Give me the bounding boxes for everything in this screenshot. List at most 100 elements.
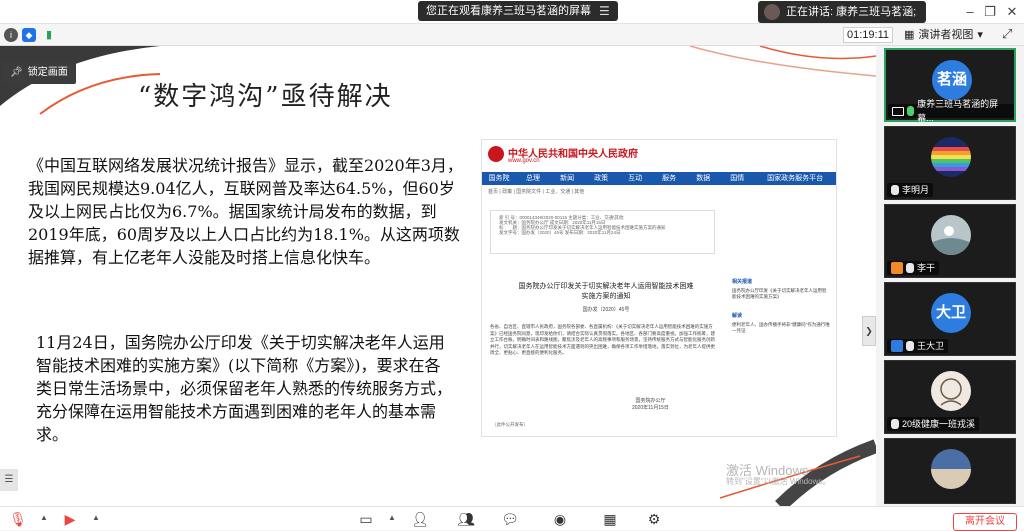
signal-icon[interactable]: ▮ <box>42 28 56 42</box>
screen-share-icon <box>892 106 904 116</box>
slide-title: “数字鸿沟”亟待解决 <box>138 82 393 112</box>
gov-sign-date: 2020年11月15日 <box>632 405 669 411</box>
speaking-text: 正在讲话: 康养三班马茗涵; <box>786 6 917 18</box>
gov-meta-row: 发文字号：国办发〔2020〕45号 发布日期：2020年11月24日 <box>499 230 621 235</box>
share-menu-icon[interactable]: ☰ <box>599 1 610 21</box>
avatar <box>931 371 971 411</box>
gov-breadcrumb: 首页 | 政策 | 国务院文件 | 工业、交通 | 其他 <box>488 189 585 195</box>
participant-label: 康养三班马茗涵的屏幕... <box>888 99 1014 123</box>
gov-doc-footer: （此件公开发布） <box>492 422 528 427</box>
bottom-control-bar: 🎙︎ ▲ ▶︎ ▲ ▭ ▲ 👤︎ 👥︎ 💬︎ ◉ ▦ ⚙ 离开会议 <box>0 506 1024 531</box>
interp-heading: 解读 <box>732 313 743 319</box>
view-mode-button[interactable]: ▦ 演讲者视图 ▾ <box>904 27 983 43</box>
fullscreen-icon[interactable]: ⤢ <box>1002 26 1012 42</box>
record-icon[interactable]: ◉ <box>550 510 570 528</box>
participant-tile[interactable] <box>884 438 1016 504</box>
info-icon[interactable]: i <box>4 28 18 42</box>
gov-doc-code: 国办发〔2020〕45号 <box>582 307 630 313</box>
gov-nav-item: 国务院 <box>488 175 510 182</box>
related-text: 国务院办公厅印发《关于切实解决老年人运用智能技术困难的实施方案》 <box>732 288 827 299</box>
avatar <box>931 137 971 177</box>
gov-nav-item: 总理 <box>526 175 541 182</box>
slide-paragraph-2: 11月24日，国务院办公厅印发《关于切实解决老年人运用智能技术困难的实施方案》(… <box>36 333 453 444</box>
gov-site-url: www.gov.cn <box>508 158 540 164</box>
gov-nav-item: 服务 <box>662 175 677 182</box>
pin-icon: 📌︎ <box>10 67 23 78</box>
share-screen-icon[interactable]: ▭ <box>356 510 376 528</box>
avatar: 大卫 <box>931 293 971 333</box>
mic-muted-icon <box>891 185 899 195</box>
gov-doc-signature: 国务院办公厅 2020年11月15日 <box>632 398 669 412</box>
collapse-panel-handle[interactable]: ❯ <box>862 316 876 346</box>
chevron-up-icon[interactable]: ▲ <box>40 513 48 522</box>
meeting-toolbar: i ◆ ▮ 01:19:11 ▦ 演讲者视图 ▾ ⤢ <box>0 24 1024 46</box>
top-bar: 您正在观看康养三班马茗涵的屏幕 ☰ 正在讲话: 康养三班马茗涵; – ❐ ✕ <box>0 0 1024 24</box>
list-icon[interactable]: ☰ <box>0 469 18 491</box>
mic-muted-icon[interactable]: 🎙︎ <box>8 510 28 528</box>
participant-tile[interactable]: 大卫 王大卫 <box>884 282 1016 356</box>
view-mode-label: 演讲者视图 <box>918 29 974 41</box>
avatar <box>931 215 971 255</box>
gov-document-screenshot: 中华人民共和国中央人民政府 www.gov.cn 国务院 总理 新闻 政策 互动… <box>481 139 837 437</box>
grid-icon: ▦ <box>904 29 915 41</box>
participant-name: 康养三班马茗涵的屏幕... <box>917 99 999 123</box>
national-emblem-icon <box>488 146 504 162</box>
mic-muted-icon <box>906 263 914 273</box>
screen-share-notice-text: 您正在观看康养三班马茗涵的屏幕 <box>426 5 591 17</box>
gov-nav-bar: 国务院 总理 新闻 政策 互动 服务 数据 国情 国家政务服务平台 <box>482 172 836 185</box>
participant-label: 李明月 <box>887 183 934 197</box>
avatar <box>931 449 971 489</box>
gov-doc-sidebar: 相关报道 国务院办公厅印发《关于切实解决老年人运用智能技术困难的实施方案》 解读… <box>732 278 830 346</box>
interp-text: 便利老年人、国办传播手将非"健康码"作为通行唯一凭证 <box>732 322 830 333</box>
user-icon <box>891 340 903 352</box>
participant-tile[interactable]: 20级健康一班戎溪 <box>884 360 1016 434</box>
landscape-avatar-icon <box>931 215 971 255</box>
participant-tile[interactable]: 李明月 <box>884 126 1016 200</box>
gov-nav-item: 新闻 <box>560 175 575 182</box>
participant-label: 王大卫 <box>887 339 949 353</box>
chevron-up-icon[interactable]: ▲ <box>388 513 396 522</box>
gov-site-header: 中华人民共和国中央人民政府 www.gov.cn <box>482 140 836 172</box>
invite-icon[interactable]: 👤︎ <box>410 510 430 528</box>
restore-icon[interactable]: ❐ <box>980 2 1000 22</box>
user-icon <box>891 262 903 274</box>
participant-name: 李明月 <box>902 185 930 195</box>
mic-muted-icon <box>891 419 899 429</box>
gov-sign-org: 国务院办公厅 <box>635 398 666 404</box>
rainbow-avatar-icon <box>931 137 971 177</box>
apps-icon[interactable]: ▦ <box>600 510 620 528</box>
speaker-avatar <box>764 4 780 20</box>
sketch-avatar-icon <box>931 371 971 411</box>
gov-meta-table: 索 引 号：000014349/2020-00115 主题分类：工业、交通\其他… <box>490 210 715 254</box>
leave-meeting-button[interactable]: 离开会议 <box>953 513 1017 531</box>
lock-screen-button[interactable]: 📌︎ 锁定画面 <box>2 62 76 84</box>
related-heading: 相关报道 <box>732 279 753 285</box>
lock-screen-label: 锁定画面 <box>27 67 68 78</box>
speaking-indicator: 正在讲话: 康养三班马茗涵; <box>758 1 926 23</box>
camera-off-icon[interactable]: ▶︎ <box>60 510 80 528</box>
participant-tile[interactable]: 茗涵 康养三班马茗涵的屏幕... <box>884 48 1016 123</box>
gov-nav-item: 数据 <box>696 175 711 182</box>
gov-nav-item: 政策 <box>594 175 609 182</box>
gov-doc-body: 各省、自治区、直辖市人民政府，国务院各部委、各直属机构：《关于切实解决老年人运用… <box>490 324 715 355</box>
mic-active-icon <box>906 106 915 116</box>
participant-label: 20级健康一班戎溪 <box>887 417 980 431</box>
meeting-timer: 01:19:11 <box>843 27 893 43</box>
participant-name: 20级健康一班戎溪 <box>902 419 976 429</box>
gov-nav-item: 国家政务服务平台 <box>767 175 824 182</box>
participant-panel: 茗涵 康养三班马茗涵的屏幕... 李明月 李干 大卫 王大卫 20级健康一班戎溪 <box>876 46 1024 506</box>
close-icon[interactable]: ✕ <box>1002 2 1022 22</box>
participants-icon[interactable]: 👥︎ <box>456 510 476 528</box>
participant-label: 李干 <box>887 261 940 275</box>
avatar: 茗涵 <box>932 60 972 100</box>
chat-icon[interactable]: 💬︎ <box>500 510 520 528</box>
screen-share-notice[interactable]: 您正在观看康养三班马茗涵的屏幕 ☰ <box>418 1 618 21</box>
chevron-up-icon[interactable]: ▲ <box>92 513 100 522</box>
gear-icon[interactable]: ⚙ <box>644 510 664 528</box>
participant-tile[interactable]: 李干 <box>884 204 1016 278</box>
participant-name: 李干 <box>917 263 936 273</box>
slide-paragraph-1: 《中国互联网络发展状况统计报告》显示，截至2020年3月，我国网民规模达9.04… <box>28 156 463 267</box>
minimize-icon[interactable]: – <box>960 2 980 22</box>
shield-icon[interactable]: ◆ <box>22 28 36 42</box>
chevron-down-icon: ▾ <box>977 29 983 41</box>
